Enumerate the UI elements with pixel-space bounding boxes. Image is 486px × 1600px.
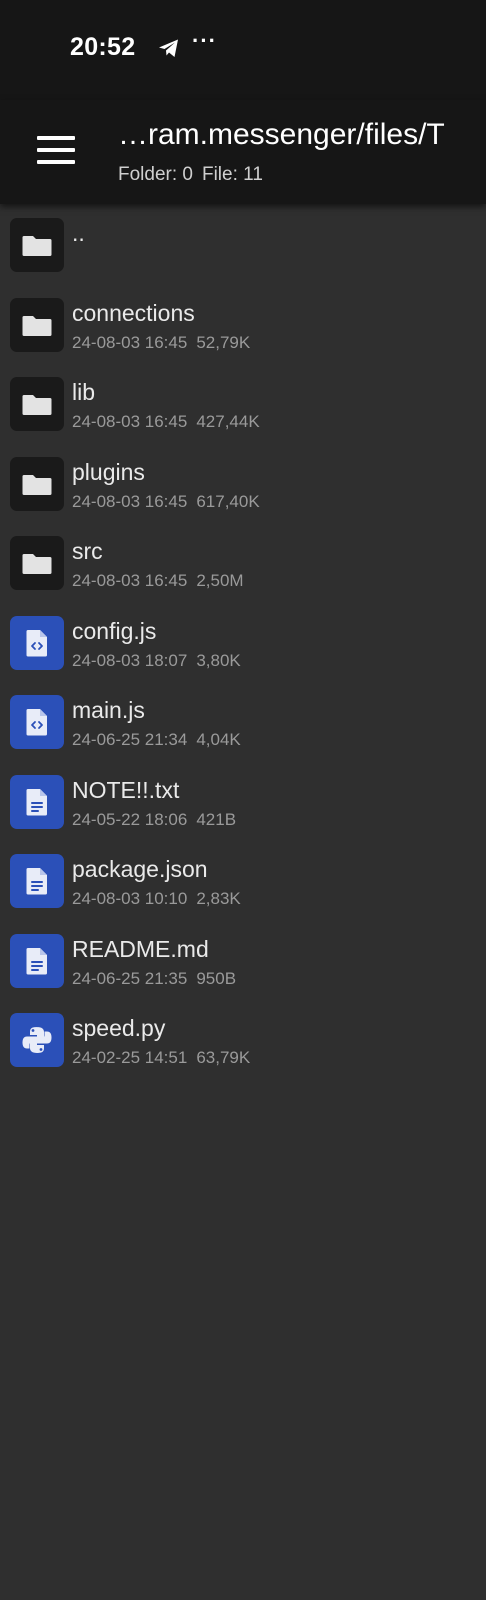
list-item-connections[interactable]: connections 24-08-03 16:45 52,79K <box>0 284 486 364</box>
file-size: 617,40K <box>196 491 260 511</box>
file-name: plugins <box>72 458 145 485</box>
folder-icon <box>10 218 64 272</box>
current-path: …ram.messenger/files/T <box>118 118 445 151</box>
file-meta: 24-08-03 16:45 52,79K <box>72 333 259 353</box>
file-meta: 24-06-25 21:34 4,04K <box>72 730 250 750</box>
file-date: 24-08-03 16:45 <box>72 412 188 431</box>
folder-icon <box>10 536 64 590</box>
file-date: 24-08-03 16:45 <box>72 491 188 511</box>
file-date: 24-06-25 21:35 <box>72 968 188 988</box>
python-file-icon <box>10 1013 64 1067</box>
file-size: 52,79K <box>196 332 251 352</box>
file-name: .. <box>72 220 85 246</box>
file-name: package.json <box>72 856 208 882</box>
text-file-icon <box>10 854 64 908</box>
file-name: src <box>72 538 103 564</box>
file-name: config.js <box>72 617 157 644</box>
file-date: 24-08-03 18:07 <box>72 650 188 670</box>
file-date: 24-02-25 14:51 <box>72 1048 188 1067</box>
file-meta: 24-08-03 16:45 2,50M <box>72 571 253 591</box>
folder-file-count: Folder: 0 File: 11 <box>118 164 272 186</box>
hamburger-menu-icon[interactable] <box>28 128 84 172</box>
file-meta: 24-08-03 18:07 3,80K <box>72 651 250 671</box>
file-date: 24-08-03 16:45 <box>72 571 188 590</box>
folder-count: Folder: 0 <box>118 164 193 185</box>
list-item-parent-directory[interactable]: .. <box>0 204 486 284</box>
app-toolbar: …ram.messenger/files/T Folder: 0 File: 11 <box>0 100 486 204</box>
code-file-icon <box>10 615 64 670</box>
file-count: File: 11 <box>201 164 263 185</box>
more-notifications-icon: ··· <box>192 28 217 53</box>
text-file-icon <box>10 933 64 988</box>
file-name: main.js <box>72 697 145 723</box>
file-list: .. connections 24-08-03 16:45 52,79K lib … <box>0 204 486 1079</box>
folder-icon <box>10 456 64 511</box>
file-date: 24-06-25 21:34 <box>72 730 188 749</box>
folder-icon <box>10 297 64 352</box>
file-name: README.md <box>72 935 209 962</box>
file-name: NOTE!!.txt <box>72 776 180 803</box>
file-meta: 24-08-03 10:10 2,83K <box>72 889 250 909</box>
file-name: speed.py <box>72 1015 166 1041</box>
file-date: 24-05-22 18:06 <box>72 809 188 829</box>
file-size: 3,80K <box>196 650 241 670</box>
list-item-plugins[interactable]: plugins 24-08-03 16:45 617,40K <box>0 443 486 523</box>
file-name: lib <box>72 379 96 405</box>
file-size: 2,83K <box>196 889 241 908</box>
file-meta: 24-02-25 14:51 63,79K <box>72 1048 259 1068</box>
file-meta: 24-08-03 16:45 427,44K <box>72 412 269 432</box>
file-size: 63,79K <box>196 1048 251 1067</box>
text-file-icon <box>10 774 64 829</box>
list-item-readme-md[interactable]: README.md 24-06-25 21:35 950B <box>0 920 486 1000</box>
file-meta: 24-06-25 21:35 950B <box>72 969 245 989</box>
file-name: connections <box>72 299 195 326</box>
list-item-main-js[interactable]: main.js 24-06-25 21:34 4,04K <box>0 681 486 761</box>
list-item-package-json[interactable]: package.json 24-08-03 10:10 2,83K <box>0 840 486 920</box>
file-size: 427,44K <box>196 412 260 431</box>
file-size: 950B <box>196 968 237 988</box>
list-item-lib[interactable]: lib 24-08-03 16:45 427,44K <box>0 363 486 443</box>
folder-icon <box>10 377 64 431</box>
status-time: 20:52 <box>70 33 136 61</box>
file-size: 4,04K <box>196 730 241 749</box>
list-item-note-txt[interactable]: NOTE!!.txt 24-05-22 18:06 421B <box>0 761 486 841</box>
list-item-config-js[interactable]: config.js 24-08-03 18:07 3,80K <box>0 602 486 682</box>
list-item-src[interactable]: src 24-08-03 16:45 2,50M <box>0 522 486 602</box>
list-item-speed-py[interactable]: speed.py 24-02-25 14:51 63,79K <box>0 999 486 1079</box>
file-date: 24-08-03 16:45 <box>72 332 188 352</box>
file-size: 421B <box>196 809 237 829</box>
file-date: 24-08-03 10:10 <box>72 889 188 908</box>
file-meta: 24-05-22 18:06 421B <box>72 810 245 830</box>
telegram-icon <box>159 39 178 57</box>
file-size: 2,50M <box>196 571 244 590</box>
file-meta: 24-08-03 16:45 617,40K <box>72 492 269 512</box>
code-file-icon <box>10 695 64 749</box>
status-bar: 20:52 ··· <box>0 0 486 100</box>
